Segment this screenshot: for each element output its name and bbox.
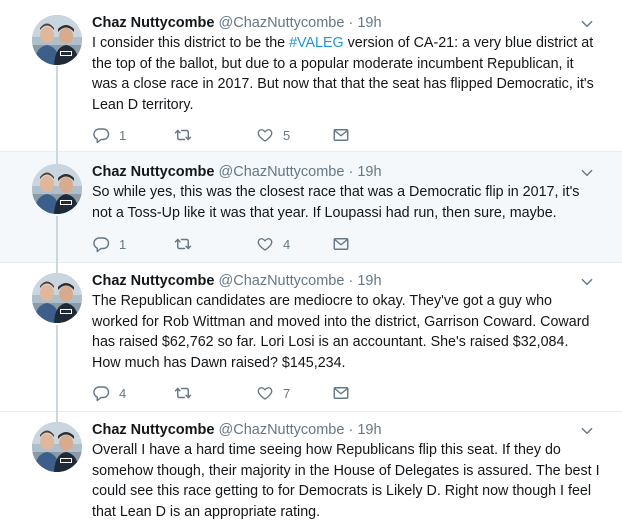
timestamp[interactable]: 19h — [357, 422, 381, 438]
like-button[interactable]: 7 — [256, 383, 290, 403]
reply-icon — [92, 126, 110, 144]
direct-message-button[interactable] — [332, 125, 350, 145]
reply-icon — [92, 384, 110, 402]
heart-icon — [256, 235, 274, 253]
like-count: 5 — [283, 127, 291, 143]
thread-connector — [56, 263, 58, 273]
tweet-text: I consider this district to be the #VALE… — [92, 33, 600, 115]
user-handle[interactable]: @ChazNuttycombe — [219, 164, 345, 180]
avatar[interactable] — [32, 422, 82, 472]
separator-dot: · — [348, 15, 354, 31]
thread-connector — [56, 66, 58, 152]
heart-icon — [256, 126, 274, 144]
tweet-header: Chaz Nuttycombe @ChazNuttycombe · 19h — [92, 13, 382, 33]
direct-message-button[interactable] — [332, 383, 350, 403]
tweet-thread: Chaz Nuttycombe @ChazNuttycombe · 19h I … — [0, 0, 622, 529]
display-name[interactable]: Chaz Nuttycombe — [92, 164, 214, 180]
retweet-button[interactable] — [174, 234, 201, 254]
display-name[interactable]: Chaz Nuttycombe — [92, 422, 214, 438]
avatar[interactable] — [32, 15, 82, 65]
reply-count: 1 — [119, 236, 127, 252]
user-handle[interactable]: @ChazNuttycombe — [219, 15, 345, 31]
chevron-down-icon[interactable] — [580, 17, 594, 31]
envelope-icon — [332, 126, 350, 144]
display-name[interactable]: Chaz Nuttycombe — [92, 15, 214, 31]
separator-dot: · — [348, 273, 354, 289]
chevron-down-icon[interactable] — [580, 424, 594, 438]
retweet-button[interactable] — [174, 125, 201, 145]
thread-connector — [56, 152, 58, 164]
retweet-icon — [174, 126, 192, 144]
chevron-down-icon[interactable] — [580, 166, 594, 180]
envelope-icon — [332, 235, 350, 253]
user-handle[interactable]: @ChazNuttycombe — [219, 273, 345, 289]
reply-button[interactable]: 4 — [92, 383, 126, 403]
chevron-down-icon[interactable] — [580, 275, 594, 289]
thread-connector — [56, 412, 58, 422]
tweet[interactable]: Chaz Nuttycombe @ChazNuttycombe · 19h Th… — [0, 263, 622, 412]
timestamp[interactable]: 19h — [357, 164, 381, 180]
tweet-header: Chaz Nuttycombe @ChazNuttycombe · 19h — [92, 162, 382, 182]
separator-dot: · — [348, 422, 354, 438]
like-count: 7 — [283, 385, 291, 401]
like-count: 4 — [283, 236, 291, 252]
user-handle[interactable]: @ChazNuttycombe — [219, 422, 345, 438]
tweet[interactable]: Chaz Nuttycombe @ChazNuttycombe · 19h I … — [0, 0, 622, 152]
tweet[interactable]: Chaz Nuttycombe @ChazNuttycombe · 19h So… — [0, 152, 622, 263]
tweet[interactable]: Chaz Nuttycombe @ChazNuttycombe · 19h Ov… — [0, 412, 622, 529]
avatar[interactable] — [32, 273, 82, 323]
tweet-header: Chaz Nuttycombe @ChazNuttycombe · 19h — [92, 271, 382, 291]
tweet-text: So while yes, this was the closest race … — [92, 184, 580, 221]
separator-dot: · — [348, 164, 354, 180]
tweet-text: The Republican candidates are mediocre t… — [92, 293, 590, 371]
reply-icon — [92, 235, 110, 253]
retweet-icon — [174, 384, 192, 402]
thread-connector — [56, 325, 58, 412]
retweet-button[interactable] — [174, 383, 201, 403]
hashtag-link[interactable]: #VALEG — [289, 35, 344, 51]
tweet-text-start: I consider this district to be the — [92, 35, 290, 51]
direct-message-button[interactable] — [332, 234, 350, 254]
reply-count: 4 — [119, 385, 127, 401]
timestamp[interactable]: 19h — [357, 273, 381, 289]
reply-button[interactable]: 1 — [92, 234, 126, 254]
reply-count: 1 — [119, 127, 127, 143]
avatar[interactable] — [32, 164, 82, 214]
retweet-icon — [174, 235, 192, 253]
heart-icon — [256, 384, 274, 402]
timestamp[interactable]: 19h — [357, 15, 381, 31]
display-name[interactable]: Chaz Nuttycombe — [92, 273, 214, 289]
reply-button[interactable]: 1 — [92, 125, 126, 145]
like-button[interactable]: 5 — [256, 125, 290, 145]
tweet-text: Overall I have a hard time seeing how Re… — [92, 442, 600, 520]
envelope-icon — [332, 384, 350, 402]
thread-connector — [56, 216, 58, 263]
tweet-header: Chaz Nuttycombe @ChazNuttycombe · 19h — [92, 420, 382, 440]
like-button[interactable]: 4 — [256, 234, 290, 254]
